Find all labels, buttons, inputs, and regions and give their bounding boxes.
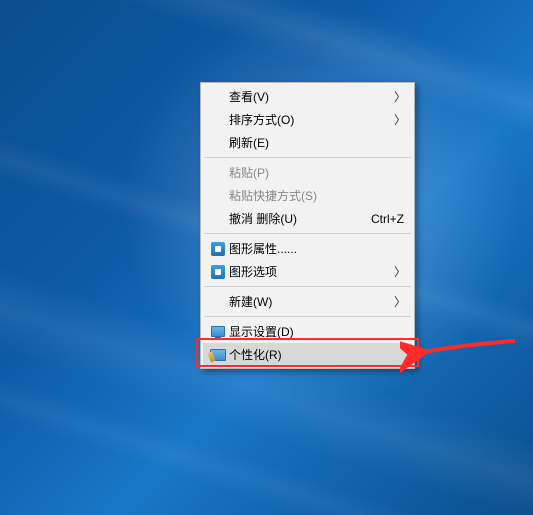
- menu-item-new[interactable]: 新建(W) 〉: [203, 290, 412, 313]
- chevron-right-icon: 〉: [394, 88, 404, 105]
- blank-icon: [207, 164, 229, 182]
- display-icon: [207, 323, 229, 341]
- blank-icon: [207, 210, 229, 228]
- menu-item-graphics-options[interactable]: 图形选项 〉: [203, 260, 412, 283]
- menu-item-label: 图形属性......: [229, 240, 404, 257]
- blank-icon: [207, 293, 229, 311]
- menu-separator: [204, 157, 411, 158]
- menu-item-label: 查看(V): [229, 88, 394, 105]
- menu-item-paste-shortcut: 粘贴快捷方式(S): [203, 184, 412, 207]
- menu-item-graphics-properties[interactable]: 图形属性......: [203, 237, 412, 260]
- personalize-icon: [207, 346, 229, 364]
- blank-icon: [207, 111, 229, 129]
- blank-icon: [207, 88, 229, 106]
- menu-item-undo[interactable]: 撤消 删除(U) Ctrl+Z: [203, 207, 412, 230]
- menu-separator: [204, 316, 411, 317]
- menu-item-label: 个性化(R): [229, 346, 404, 363]
- menu-item-label: 显示设置(D): [229, 323, 404, 340]
- chevron-right-icon: 〉: [394, 263, 404, 280]
- menu-item-label: 撤消 删除(U): [229, 210, 361, 227]
- desktop-context-menu: 查看(V) 〉 排序方式(O) 〉 刷新(E) 粘贴(P) 粘贴快捷方式(S) …: [200, 82, 415, 369]
- menu-item-personalize[interactable]: 个性化(R): [203, 343, 412, 366]
- chevron-right-icon: 〉: [394, 293, 404, 310]
- blank-icon: [207, 134, 229, 152]
- menu-item-paste: 粘贴(P): [203, 161, 412, 184]
- menu-item-refresh[interactable]: 刷新(E): [203, 131, 412, 154]
- menu-item-label: 粘贴(P): [229, 164, 404, 181]
- menu-item-label: 粘贴快捷方式(S): [229, 187, 404, 204]
- menu-item-shortcut: Ctrl+Z: [361, 212, 404, 226]
- chevron-right-icon: 〉: [394, 111, 404, 128]
- intel-graphics-icon: [207, 240, 229, 258]
- menu-separator: [204, 286, 411, 287]
- menu-item-view[interactable]: 查看(V) 〉: [203, 85, 412, 108]
- menu-item-label: 新建(W): [229, 293, 394, 310]
- menu-item-display-settings[interactable]: 显示设置(D): [203, 320, 412, 343]
- desktop-background[interactable]: 查看(V) 〉 排序方式(O) 〉 刷新(E) 粘贴(P) 粘贴快捷方式(S) …: [0, 0, 533, 515]
- menu-item-label: 图形选项: [229, 263, 394, 280]
- blank-icon: [207, 187, 229, 205]
- annotation-arrow: [400, 336, 520, 376]
- menu-separator: [204, 233, 411, 234]
- intel-graphics-icon: [207, 263, 229, 281]
- menu-item-label: 排序方式(O): [229, 111, 394, 128]
- menu-item-sort[interactable]: 排序方式(O) 〉: [203, 108, 412, 131]
- menu-item-label: 刷新(E): [229, 134, 404, 151]
